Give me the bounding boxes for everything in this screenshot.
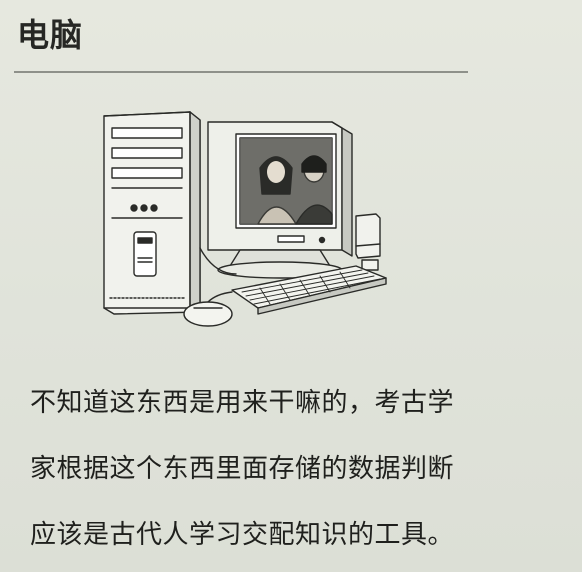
photo-on-screen-icon	[239, 137, 333, 225]
body-line: 家根据这个东西里面存储的数据判断	[30, 454, 455, 484]
body-line: 应该是古代人学习交配知识的工具。	[30, 520, 455, 550]
speaker-icon	[355, 213, 381, 271]
body-paragraph: 不知道这东西是用来干嘛的，考古学 家根据这个东西里面存储的数据判断 应该是古代人…	[30, 370, 560, 568]
title-divider	[14, 71, 468, 73]
computer-tower-icon	[103, 111, 201, 315]
computer-illustration	[103, 111, 387, 327]
page-title: 电脑	[17, 16, 84, 54]
crt-monitor-icon	[207, 121, 353, 279]
body-line: 不知道这东西是用来干嘛的，考古学	[30, 388, 455, 418]
textbook-page: 电脑 不知道这东西是用来干嘛的，考古学 家根据这个东西里面存储的数据判断 应该是…	[0, 0, 582, 572]
